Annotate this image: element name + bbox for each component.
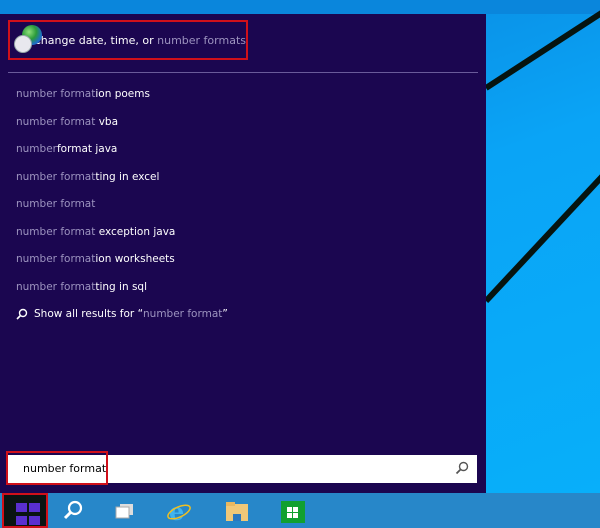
- store-icon[interactable]: [280, 497, 306, 523]
- search-input[interactable]: number format: [6, 451, 477, 485]
- search-icon: [16, 308, 28, 320]
- task-view-icon[interactable]: [112, 498, 138, 524]
- divider: [8, 72, 478, 73]
- suggestion-completion: format java: [56, 143, 118, 155]
- suggestion-completion: ting in sql: [95, 280, 148, 293]
- suggestion-typed: number format: [16, 115, 96, 128]
- suggestion-typed: number format: [16, 88, 96, 100]
- suggestion-item[interactable]: number formatting in excel: [16, 171, 159, 183]
- suggestion-item[interactable]: number formatting in sql: [16, 281, 147, 293]
- suggestion-completion: ting in excel: [95, 170, 160, 183]
- start-search-panel: Change date, time, or number formats num…: [0, 14, 486, 493]
- suggestion-typed: number format: [16, 253, 96, 265]
- suggestion-completion: ion poems: [95, 88, 150, 100]
- suggestion-completion: vba: [95, 115, 119, 128]
- suggestion-typed: number format: [16, 170, 96, 183]
- show-all-label: Show all results for “: [34, 308, 144, 320]
- suggestion-typed: number: [16, 143, 57, 155]
- suggestion-typed: number format: [16, 198, 96, 210]
- desktop-top-strip: [0, 0, 600, 14]
- suggestion-typed: number format: [16, 225, 96, 238]
- taskbar: e: [0, 493, 600, 528]
- best-match-label: Change date, time, or: [33, 33, 158, 47]
- search-icon[interactable]: [60, 498, 86, 524]
- suggestion-typed: number format: [16, 280, 96, 293]
- suggestion-item[interactable]: numberformat java: [16, 143, 117, 155]
- search-icon[interactable]: [455, 461, 469, 475]
- show-all-results-link[interactable]: Show all results for “number format”: [16, 308, 228, 320]
- show-all-query: number format: [143, 308, 223, 320]
- suggestion-item[interactable]: number format vba: [16, 116, 118, 128]
- suggestion-completion: exception java: [95, 225, 176, 238]
- start-windows-icon[interactable]: [2, 493, 48, 528]
- show-all-suffix: ”: [222, 308, 228, 320]
- file-explorer-icon[interactable]: [224, 498, 250, 524]
- best-match-query: number format: [157, 33, 241, 47]
- suggestion-item[interactable]: number formation poems: [16, 88, 150, 100]
- suggestion-item[interactable]: number formation worksheets: [16, 253, 175, 265]
- best-match-suffix: s: [240, 33, 246, 47]
- suggestion-item[interactable]: number format exception java: [16, 226, 175, 238]
- internet-explorer-icon[interactable]: e: [166, 498, 192, 524]
- suggestion-item[interactable]: number format: [16, 198, 95, 210]
- date-time-globe-clock-icon: [14, 25, 42, 55]
- suggestion-completion: ion worksheets: [95, 253, 175, 265]
- best-match-result[interactable]: Change date, time, or number formats: [8, 20, 248, 60]
- search-input-value: number format: [23, 462, 107, 475]
